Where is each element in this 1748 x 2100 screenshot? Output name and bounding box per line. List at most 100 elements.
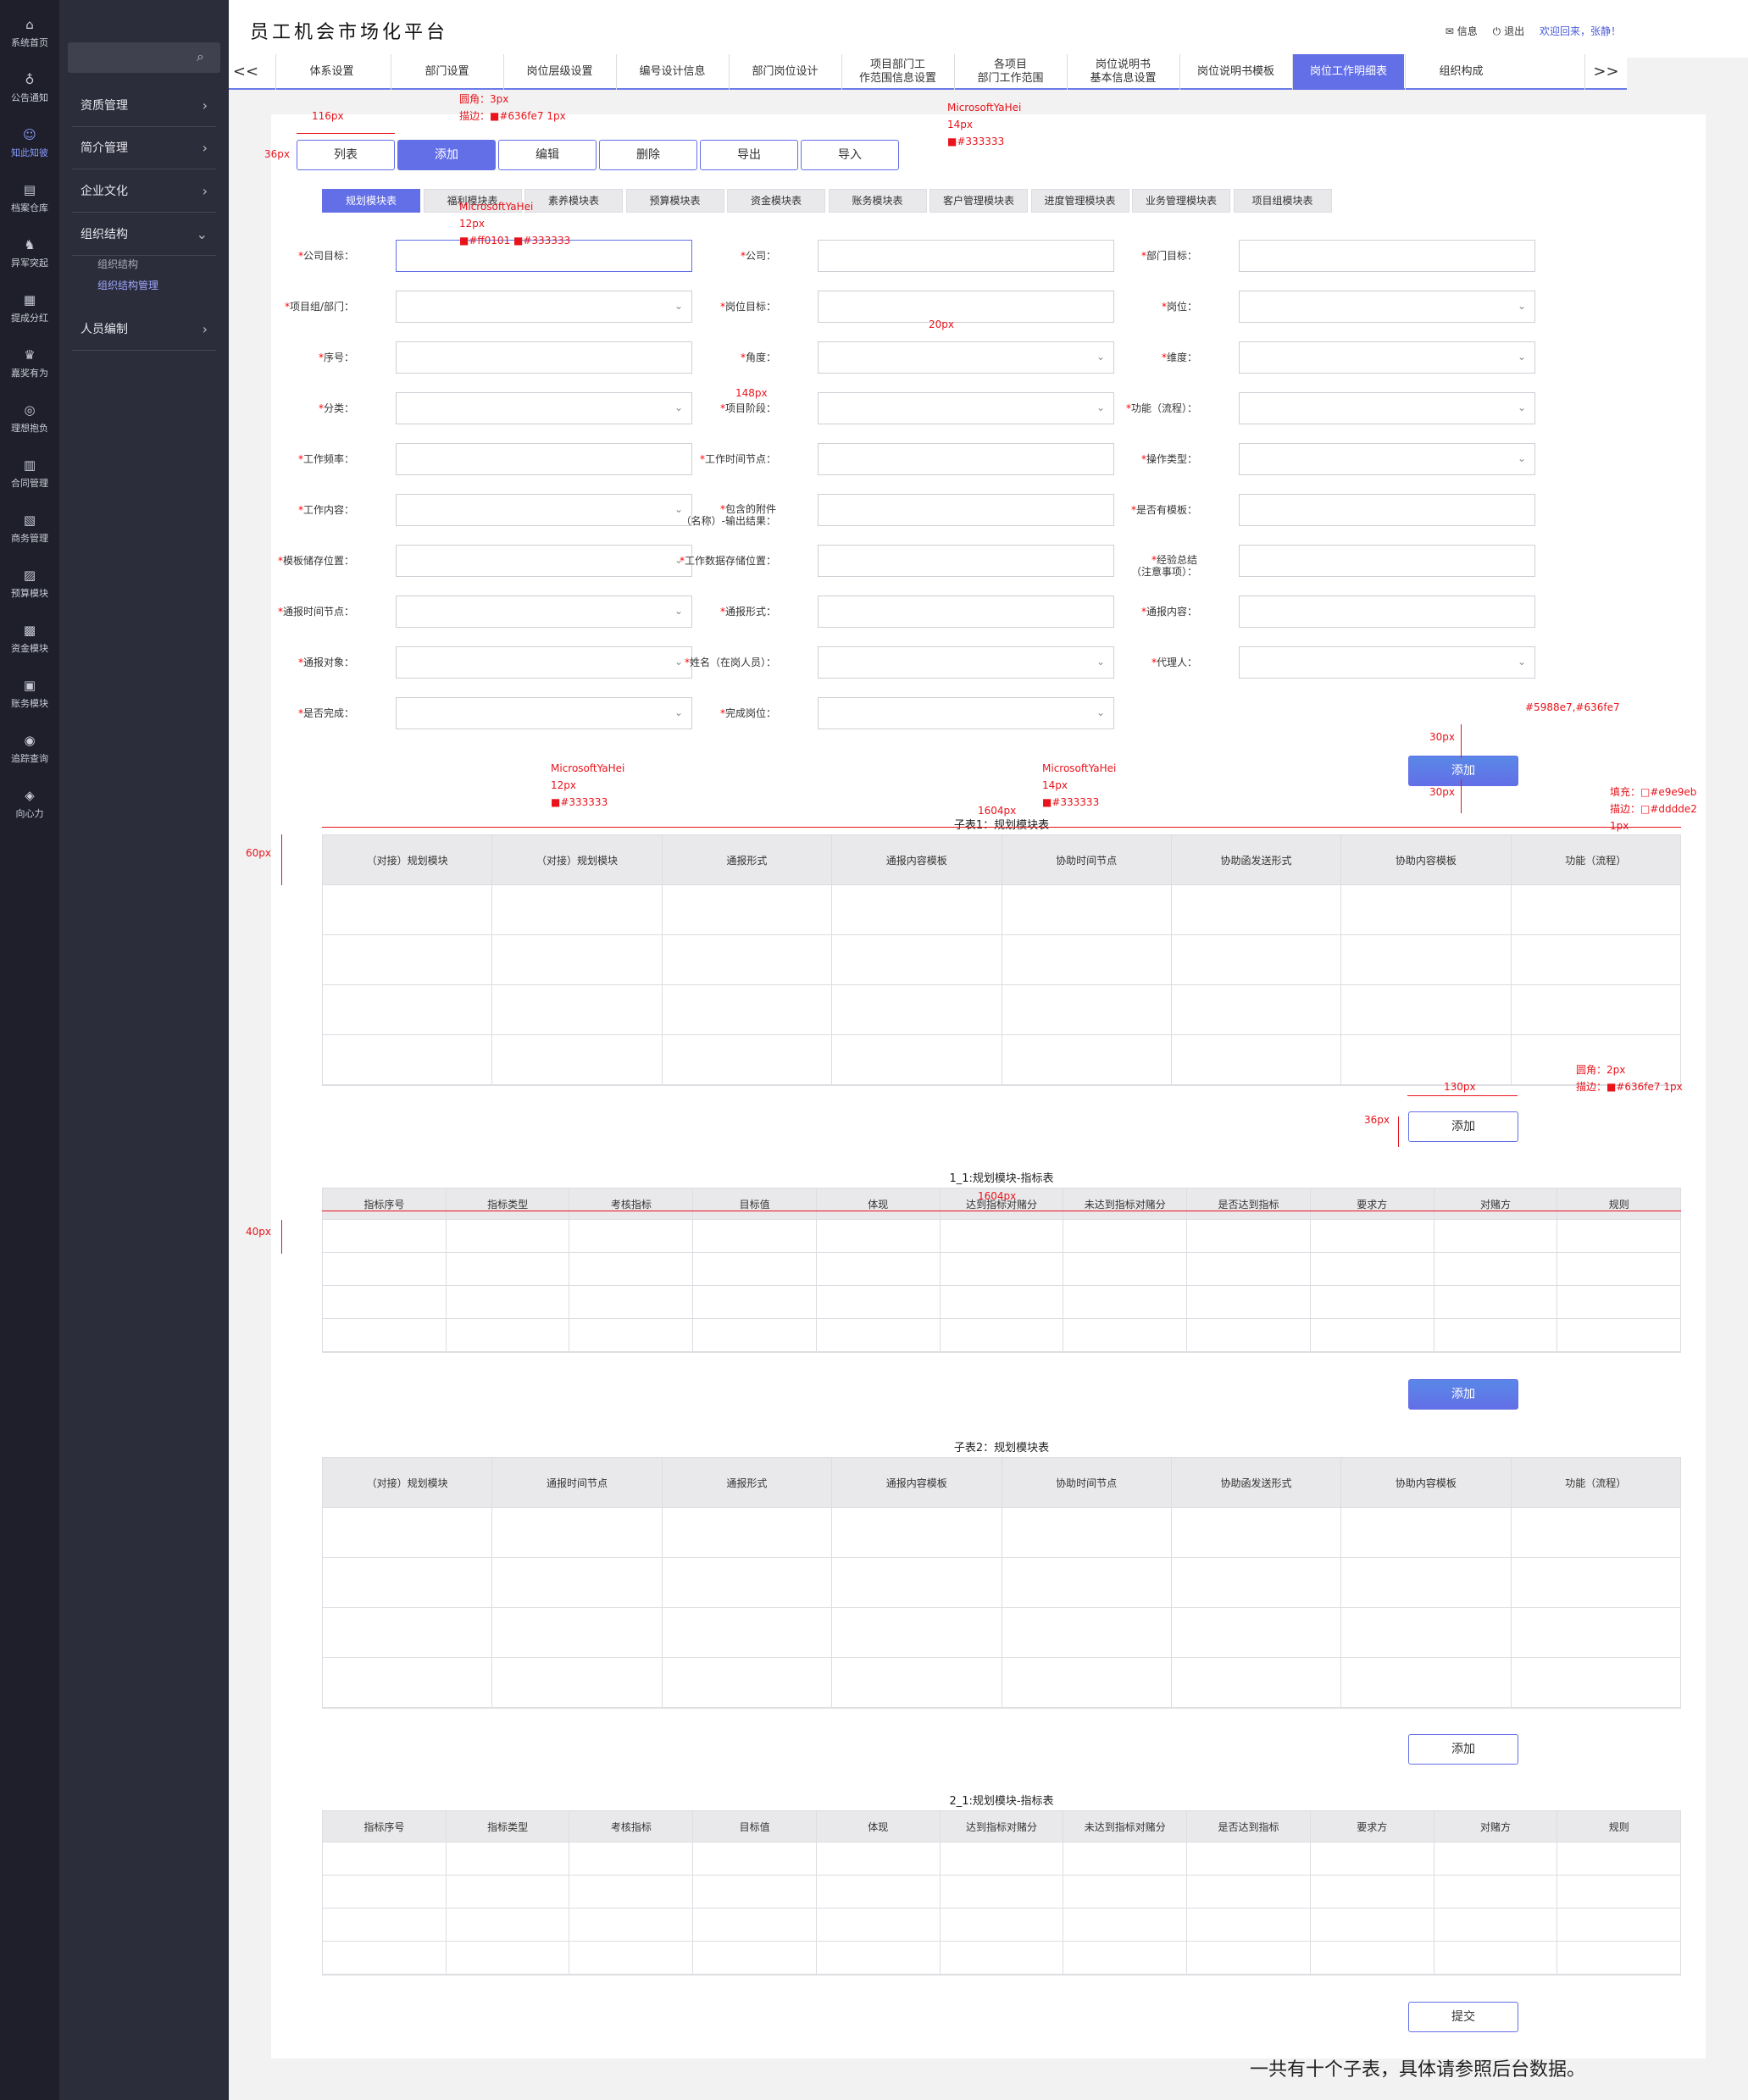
tab-9[interactable]: 岗位工作明细表: [1292, 54, 1404, 90]
table-cell[interactable]: [1310, 1319, 1434, 1352]
table-row[interactable]: [323, 1608, 1680, 1658]
form-select[interactable]: ⌄: [818, 392, 1114, 424]
table-cell[interactable]: [832, 1508, 1002, 1558]
info-link[interactable]: 信息: [1457, 25, 1478, 37]
table-cell[interactable]: [832, 885, 1002, 935]
table-cell[interactable]: [816, 1876, 941, 1909]
table-cell[interactable]: [446, 1942, 570, 1975]
table-cell[interactable]: [323, 985, 493, 1035]
table-cell[interactable]: [1171, 985, 1342, 1035]
table-cell[interactable]: [1341, 1558, 1512, 1608]
table-cell[interactable]: [1557, 1842, 1681, 1876]
table-cell[interactable]: [1171, 885, 1342, 935]
form-input[interactable]: [818, 240, 1114, 272]
table-cell[interactable]: [1171, 1608, 1342, 1658]
table-row[interactable]: [323, 935, 1680, 985]
table-cell[interactable]: [446, 1842, 570, 1876]
iconbar-item-1[interactable]: ♁ 公告通知: [0, 72, 59, 123]
iconbar-item-4[interactable]: ♞ 异军突起: [0, 237, 59, 288]
form-select[interactable]: ⌄: [396, 291, 692, 323]
table-cell[interactable]: [1310, 1942, 1434, 1975]
table-cell[interactable]: [1187, 1220, 1311, 1253]
table-cell[interactable]: [1171, 1035, 1342, 1085]
table-cell[interactable]: [1341, 1658, 1512, 1708]
table-cell[interactable]: [1557, 1909, 1681, 1942]
table-cell[interactable]: [1341, 1508, 1512, 1558]
table1_1-add-button[interactable]: 添加: [1408, 1379, 1518, 1410]
table-cell[interactable]: [569, 1842, 694, 1876]
table-cell[interactable]: [1341, 1035, 1512, 1085]
table-cell[interactable]: [940, 1220, 1064, 1253]
table-cell[interactable]: [446, 1220, 570, 1253]
table-cell[interactable]: [323, 1508, 493, 1558]
module-tab-9[interactable]: 项目组模块表: [1233, 189, 1332, 213]
table-cell[interactable]: [832, 1035, 1002, 1085]
table-cell[interactable]: [832, 985, 1002, 1035]
table-cell[interactable]: [693, 1942, 817, 1975]
table-cell[interactable]: [1434, 1842, 1558, 1876]
iconbar-item-14[interactable]: ◈ 向心力: [0, 788, 59, 839]
table-cell[interactable]: [323, 1253, 447, 1286]
table-cell[interactable]: [1434, 1876, 1558, 1909]
table-cell[interactable]: [816, 1220, 941, 1253]
sidebar-item-1[interactable]: 简介管理 ›: [72, 127, 216, 169]
table-cell[interactable]: [1187, 1909, 1311, 1942]
table-cell[interactable]: [446, 1286, 570, 1319]
table-cell[interactable]: [1310, 1220, 1434, 1253]
form-input[interactable]: [1239, 494, 1535, 526]
table-cell[interactable]: [492, 885, 663, 935]
table-cell[interactable]: [1002, 985, 1172, 1035]
table-cell[interactable]: [569, 1942, 694, 1975]
table-cell[interactable]: [693, 1253, 817, 1286]
table-cell[interactable]: [1310, 1909, 1434, 1942]
table-cell[interactable]: [662, 885, 833, 935]
table-cell[interactable]: [1063, 1319, 1188, 1352]
table-cell[interactable]: [323, 1876, 447, 1909]
iconbar-item-5[interactable]: ▦ 提成分红: [0, 292, 59, 343]
table-cell[interactable]: [1171, 1658, 1342, 1708]
table-cell[interactable]: [832, 1608, 1002, 1658]
table-row[interactable]: [323, 1319, 1681, 1352]
table-cell[interactable]: [569, 1286, 694, 1319]
iconbar-item-0[interactable]: ⌂ 系统首页: [0, 17, 59, 68]
table-cell[interactable]: [662, 1508, 833, 1558]
table-cell[interactable]: [1063, 1220, 1188, 1253]
tabs-prev-button[interactable]: <<: [229, 54, 263, 90]
table-cell[interactable]: [816, 1909, 941, 1942]
table-cell[interactable]: [693, 1909, 817, 1942]
table-cell[interactable]: [693, 1286, 817, 1319]
form-input[interactable]: [818, 291, 1114, 323]
mail-icon[interactable]: ✉: [1446, 25, 1454, 37]
table-cell[interactable]: [816, 1286, 941, 1319]
table-cell[interactable]: [662, 1558, 833, 1608]
table-cell[interactable]: [1063, 1909, 1188, 1942]
table-cell[interactable]: [1341, 985, 1512, 1035]
sidebar-item-2[interactable]: 企业文化 ›: [72, 170, 216, 213]
iconbar-item-10[interactable]: ▨ 预算模块: [0, 568, 59, 618]
iconbar-item-11[interactable]: ▩ 资金模块: [0, 623, 59, 673]
tab-0[interactable]: 体系设置: [275, 54, 387, 90]
table-cell[interactable]: [323, 1558, 493, 1608]
table-cell[interactable]: [569, 1319, 694, 1352]
form-input[interactable]: [818, 494, 1114, 526]
table-cell[interactable]: [569, 1876, 694, 1909]
form-select[interactable]: ⌄: [1239, 392, 1535, 424]
tab-10[interactable]: 组织构成: [1405, 54, 1517, 90]
module-tab-0[interactable]: 规划模块表: [322, 189, 420, 213]
table-cell[interactable]: [1187, 1842, 1311, 1876]
table-cell[interactable]: [323, 1842, 447, 1876]
table-cell[interactable]: [492, 1608, 663, 1658]
iconbar-item-2[interactable]: ☺ 知此知彼: [0, 127, 59, 178]
table-row[interactable]: [323, 1286, 1681, 1319]
form-select[interactable]: ⌄: [1239, 291, 1535, 323]
table-cell[interactable]: [1557, 1220, 1681, 1253]
table-cell[interactable]: [1002, 1035, 1172, 1085]
table-cell[interactable]: [1434, 1319, 1558, 1352]
table-cell[interactable]: [662, 985, 833, 1035]
table-cell[interactable]: [662, 1608, 833, 1658]
table-cell[interactable]: [1434, 1909, 1558, 1942]
table-cell[interactable]: [323, 1286, 447, 1319]
form-select[interactable]: ⌄: [396, 697, 692, 729]
table-cell[interactable]: [1557, 1319, 1681, 1352]
toolbar-button-0[interactable]: 列表: [297, 140, 395, 170]
